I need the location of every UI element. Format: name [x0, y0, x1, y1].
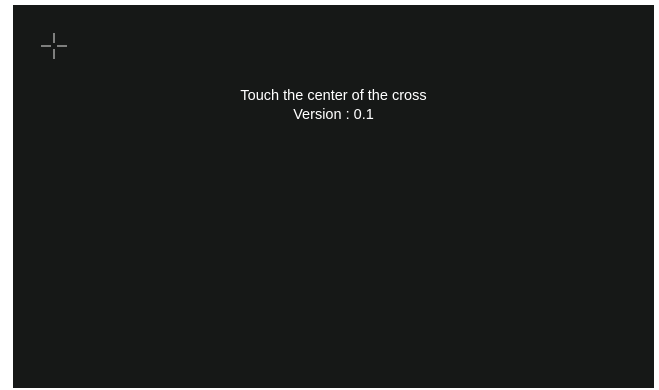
- calibration-screen[interactable]: Touch the center of the cross Version : …: [13, 5, 654, 388]
- instruction-text: Touch the center of the cross: [240, 88, 427, 104]
- calibration-target[interactable]: [41, 33, 67, 59]
- version-text: Version : 0.1: [293, 107, 374, 123]
- crosshair-icon: [41, 33, 67, 59]
- calibration-message: Touch the center of the cross Version : …: [13, 87, 654, 125]
